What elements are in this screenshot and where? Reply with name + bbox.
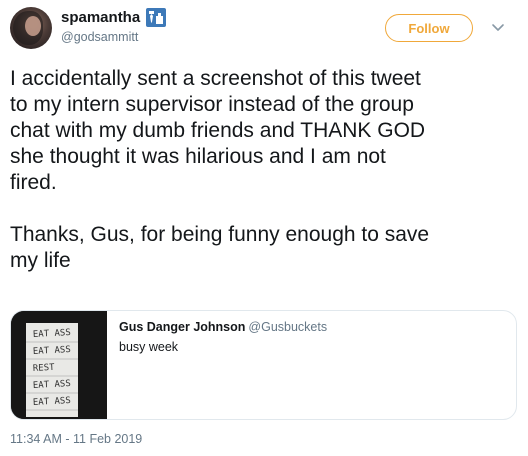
quoted-tweet-text: busy week: [119, 340, 179, 354]
avatar-face: [25, 16, 41, 36]
avatar[interactable]: [10, 7, 52, 49]
quoted-display-name[interactable]: Gus Danger Johnson: [119, 320, 245, 334]
author-name-row: spamantha: [61, 8, 167, 27]
follow-button[interactable]: Follow: [385, 14, 473, 42]
tweet-timestamp[interactable]: 11:34 AM - 11 Feb 2019: [10, 432, 142, 446]
tweet-text: I accidentally sent a screenshot of this…: [10, 67, 430, 272]
whiteboard-line: REST: [33, 363, 56, 374]
author-display-name[interactable]: spamantha: [61, 9, 140, 26]
quoted-tweet-card[interactable]: EAT ASS EAT ASS REST EAT ASS EAT ASS Gus Dan…: [10, 310, 517, 420]
quoted-author: Gus Danger Johnson @Gusbuckets: [119, 320, 327, 334]
author-handle[interactable]: @godsammitt: [61, 30, 138, 44]
tie-icon: [146, 8, 167, 27]
whiteboard-line: EAT ASS: [33, 328, 71, 340]
whiteboard-line: EAT ASS: [33, 345, 71, 357]
quoted-tweet-image[interactable]: EAT ASS EAT ASS REST EAT ASS EAT ASS: [11, 311, 107, 419]
quoted-handle[interactable]: @Gusbuckets: [248, 320, 327, 334]
chevron-down-icon[interactable]: [491, 20, 505, 34]
whiteboard-line: EAT ASS: [33, 379, 71, 391]
whiteboard-line: EAT ASS: [33, 396, 71, 408]
